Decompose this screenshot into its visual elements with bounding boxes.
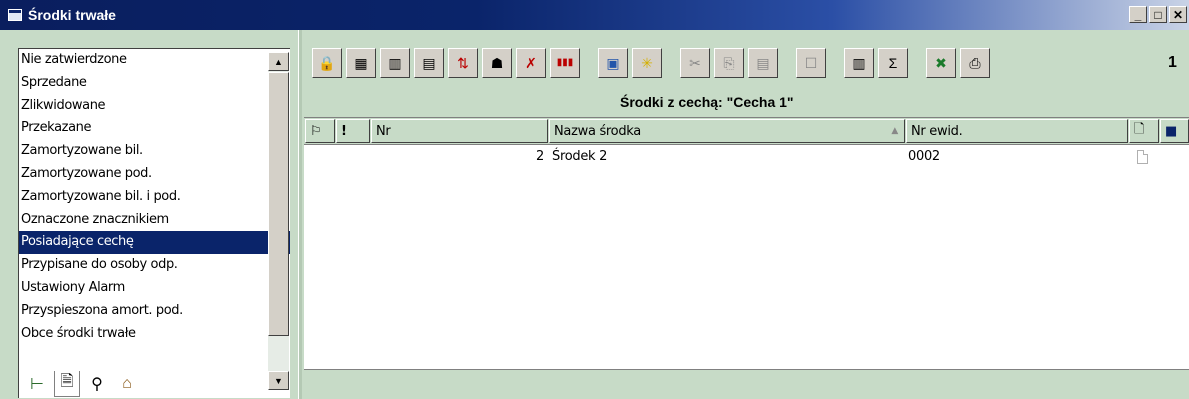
properties-button[interactable]: ☐ xyxy=(796,48,826,78)
filter-panel: Nie zatwierdzone Sprzedane Zlikwidowane … xyxy=(0,30,298,399)
cell-nr-ewid: 0002 xyxy=(908,149,940,164)
grid-caption: Środki z cechą: "Cecha 1" xyxy=(620,94,794,110)
column-header-nr[interactable]: Nr xyxy=(371,119,548,143)
columns-icon: ▥ xyxy=(852,55,866,71)
window-icon xyxy=(8,9,22,21)
search-icon: ⚲ xyxy=(91,375,103,393)
filter-item-zamortyzowane-pod[interactable]: Zamortyzowane pod. xyxy=(19,163,290,186)
filter-list[interactable]: Nie zatwierdzone Sprzedane Zlikwidowane … xyxy=(18,48,290,398)
filter-item-przypisane-do-osoby[interactable]: Przypisane do osoby odp. xyxy=(19,254,290,277)
column-header-alert[interactable]: ! xyxy=(336,119,370,143)
grid-header: ⚐ ! Nr Nazwa środka ▲ Nr ewid. 🗋 ■ xyxy=(304,118,1189,145)
print-button[interactable]: ⎙ xyxy=(960,48,990,78)
panel-splitter[interactable] xyxy=(298,30,302,399)
column-header-color[interactable]: ■ xyxy=(1160,119,1189,143)
filter-item-przyspieszona-amort[interactable]: Przyspieszona amort. pod. xyxy=(19,300,290,323)
column-header-flag[interactable]: ⚐ xyxy=(305,119,335,143)
minimize-button[interactable]: _ xyxy=(1129,6,1147,23)
tree-icon: ⊢ xyxy=(30,375,44,393)
copy-icon: ⎘ xyxy=(723,55,735,71)
chart-button[interactable]: ▥ xyxy=(380,48,410,78)
barcode-button[interactable]: ▮▮▮ xyxy=(550,48,580,78)
sum-button[interactable]: Σ xyxy=(878,48,908,78)
properties-icon: ☐ xyxy=(804,55,818,71)
window-title: Środki trwałe xyxy=(28,7,116,23)
filter-item-posiadajace-ceche[interactable]: Posiadające cechę xyxy=(19,231,290,255)
view-tabs: ⊢ 🗎 ⚲ ⌂ xyxy=(18,368,290,399)
new-document-button[interactable]: ▣ xyxy=(598,48,628,78)
cut-button[interactable]: ✂ xyxy=(680,48,710,78)
home-icon: ⌂ xyxy=(122,374,132,392)
print-icon: ⎙ xyxy=(969,55,981,71)
doc-header-icon: 🗋 xyxy=(1134,122,1145,137)
document-icon: 🗎 xyxy=(60,372,74,390)
people-button[interactable]: ☗ xyxy=(482,48,512,78)
lock-icon: 🔒 xyxy=(318,55,336,71)
sort-ascending-icon: ▲ xyxy=(891,126,898,136)
copy-button[interactable]: ⎘ xyxy=(714,48,744,78)
window-title-bar[interactable]: Środki trwałe _ □ ✕ xyxy=(0,0,1189,30)
filter-item-obce-srodki[interactable]: Obce środki trwałe xyxy=(19,323,290,346)
filter-item-oznaczone-znacznikiem[interactable]: Oznaczone znacznikiem xyxy=(19,209,290,232)
maximize-button[interactable]: □ xyxy=(1149,6,1167,23)
status-bar xyxy=(304,369,1189,399)
flag-icon: ⚐ xyxy=(310,123,322,139)
calendar-button[interactable]: ▦ xyxy=(346,48,376,78)
calendar-range-icon: ▤ xyxy=(422,55,436,71)
tools-icon: ✗ xyxy=(525,55,537,71)
home-view-tab[interactable]: ⌂ xyxy=(114,371,140,397)
page-number: 1 xyxy=(1168,54,1177,71)
filter-item-zlikwidowane[interactable]: Zlikwidowane xyxy=(19,95,290,118)
filter-item-ustawiony-alarm[interactable]: Ustawiony Alarm xyxy=(19,277,290,300)
columns-button[interactable]: ▥ xyxy=(844,48,874,78)
filter-item-przekazane[interactable]: Przekazane xyxy=(19,117,290,140)
star-icon: ✳ xyxy=(641,55,653,71)
filter-item-nie-zatwierdzone[interactable]: Nie zatwierdzone xyxy=(19,49,290,72)
scroll-up-button[interactable]: ▲ xyxy=(268,52,289,71)
table-row[interactable]: 2 Środek 2 0002 xyxy=(304,145,1189,167)
sum-icon: Σ xyxy=(888,55,898,71)
document-view-tab[interactable]: 🗎 xyxy=(54,370,80,397)
paste-button[interactable]: ▤ xyxy=(748,48,778,78)
transfer-icon: ⇅ xyxy=(457,55,469,71)
excel-icon: ✖ xyxy=(935,55,947,71)
paste-icon: ▤ xyxy=(756,55,770,71)
column-header-nazwa[interactable]: Nazwa środka ▲ xyxy=(549,119,905,143)
color-header-icon: ■ xyxy=(1165,123,1177,139)
assets-grid[interactable]: ⚐ ! Nr Nazwa środka ▲ Nr ewid. 🗋 ■ 2 Śro… xyxy=(304,117,1189,369)
column-header-nr-ewid[interactable]: Nr ewid. xyxy=(906,119,1128,143)
row-document-icon[interactable] xyxy=(1137,150,1148,164)
transfer-button[interactable]: ⇅ xyxy=(448,48,478,78)
close-button[interactable]: ✕ xyxy=(1169,6,1187,23)
calendar-range-button[interactable]: ▤ xyxy=(414,48,444,78)
star-button[interactable]: ✳ xyxy=(632,48,662,78)
search-view-tab[interactable]: ⚲ xyxy=(84,371,110,397)
filter-item-zamortyzowane-bil[interactable]: Zamortyzowane bil. xyxy=(19,140,290,163)
cell-nr: 2 xyxy=(536,149,544,164)
column-header-document[interactable]: 🗋 xyxy=(1129,119,1159,143)
lock-button[interactable]: 🔒 xyxy=(312,48,342,78)
tools-button[interactable]: ✗ xyxy=(516,48,546,78)
cell-nazwa: Środek 2 xyxy=(552,149,608,164)
cut-icon: ✂ xyxy=(689,55,701,71)
chart-icon: ▥ xyxy=(388,55,402,71)
calendar-icon: ▦ xyxy=(354,55,368,71)
tree-view-tab[interactable]: ⊢ xyxy=(24,371,50,397)
toolbar: 🔒 ▦ ▥ ▤ ⇅ ☗ ✗ ▮▮▮ ▣ ✳ ✂ ⎘ ▤ ☐ ▥ Σ ✖ ⎙ 1 xyxy=(308,48,1188,86)
filter-list-scrollbar[interactable]: ▲ ▼ xyxy=(268,52,289,390)
column-label-nazwa: Nazwa środka xyxy=(554,123,641,139)
filter-item-zamortyzowane-bil-i-pod[interactable]: Zamortyzowane bil. i pod. xyxy=(19,186,290,209)
people-icon: ☗ xyxy=(490,55,504,71)
barcode-icon: ▮▮▮ xyxy=(556,57,574,68)
excel-export-button[interactable]: ✖ xyxy=(926,48,956,78)
scroll-thumb[interactable] xyxy=(268,72,289,336)
new-document-icon: ▣ xyxy=(606,55,620,71)
filter-item-sprzedane[interactable]: Sprzedane xyxy=(19,72,290,95)
